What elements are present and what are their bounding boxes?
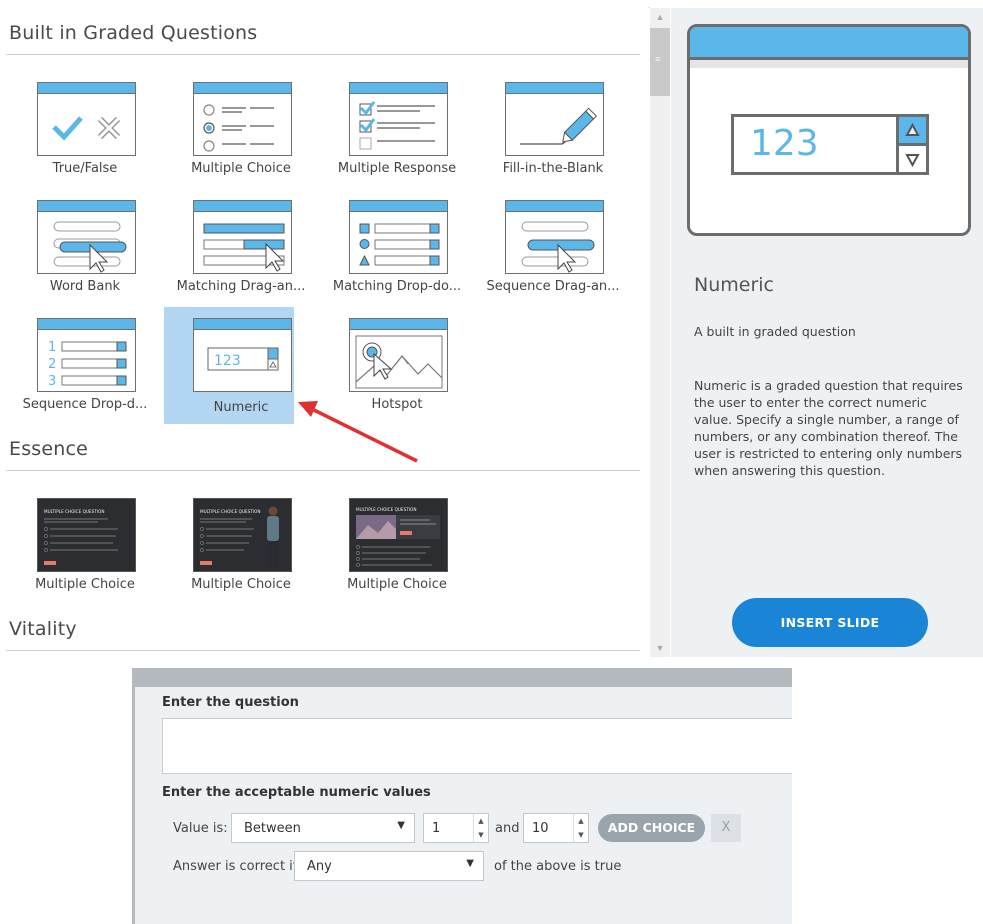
- tile-label: Word Bank: [49, 279, 121, 294]
- scroll-down-arrow-icon[interactable]: ▼: [650, 639, 670, 657]
- correct-if-label: Answer is correct if: [173, 859, 298, 874]
- max-value: 10: [532, 821, 549, 836]
- tile-essence-multiple-choice-2[interactable]: MULTIPLE CHOICE QUESTION Multiple Choice: [164, 494, 294, 612]
- and-label: and: [495, 821, 520, 836]
- detail-subtitle: A built in graded question: [694, 324, 856, 339]
- essence-thumbnail-icon: MULTIPLE CHOICE QUESTION: [349, 498, 448, 572]
- essence-thumbnail-icon: MULTIPLE CHOICE QUESTION: [37, 498, 136, 572]
- matching-drag-thumbnail-icon: [193, 200, 292, 274]
- decrement-icon[interactable]: ▼: [474, 828, 488, 842]
- numeric-question-form: Enter the question Enter the acceptable …: [132, 668, 792, 924]
- svg-text:3: 3: [48, 374, 56, 389]
- tile-label: Numeric: [213, 400, 269, 415]
- tile-label: Fill-in-the-Blank: [502, 161, 604, 176]
- correct-if-select[interactable]: Any ▼: [294, 851, 484, 881]
- preview-down-arrow-icon: [899, 146, 926, 175]
- numeric-values-heading: Enter the acceptable numeric values: [162, 785, 431, 800]
- multiple-response-thumbnail-icon: [349, 82, 448, 156]
- section-divider: [6, 470, 640, 471]
- question-heading: Enter the question: [162, 695, 299, 710]
- essence-thumb-title: MULTIPLE CHOICE QUESTION: [356, 507, 416, 512]
- tile-true-false[interactable]: True/False: [8, 78, 138, 196]
- svg-text:2: 2: [48, 357, 56, 372]
- scroll-up-arrow-icon[interactable]: ▲: [650, 8, 670, 26]
- tile-essence-multiple-choice-1[interactable]: MULTIPLE CHOICE QUESTION Multiple Choice: [8, 494, 138, 612]
- tile-matching-drop-down[interactable]: Matching Drop-do...: [320, 196, 461, 314]
- sequence-dropdown-thumbnail-icon: 1 2 3: [37, 318, 136, 392]
- increment-icon[interactable]: ▲: [474, 814, 488, 828]
- tile-label: Sequence Drop-d...: [22, 397, 148, 412]
- preview-up-arrow-icon: [899, 117, 926, 146]
- tile-multiple-choice[interactable]: Multiple Choice: [164, 78, 294, 196]
- matching-dropdown-thumbnail-icon: [349, 200, 448, 274]
- detail-title: Numeric: [694, 274, 774, 296]
- tile-label: Sequence Drag-an...: [486, 279, 620, 294]
- tile-matching-drag-and-drop[interactable]: Matching Drag-an...: [164, 196, 305, 314]
- list-scrollbar[interactable]: ▲ ≡ ▼: [650, 8, 670, 657]
- tile-numeric[interactable]: 123 Numeric: [164, 307, 294, 424]
- slide-picker-panel: Built in Graded Questions True/False Mul…: [0, 0, 983, 657]
- tile-label: Matching Drag-an...: [176, 279, 306, 294]
- scrollbar-thumb[interactable]: ≡: [650, 28, 670, 96]
- preview-spinner: [899, 114, 929, 175]
- numeric-thumb-text: 123: [214, 353, 241, 369]
- true-false-thumbnail-icon: [37, 82, 136, 156]
- max-value-stepper[interactable]: 10 ▲ ▼: [523, 813, 589, 843]
- tile-word-bank[interactable]: Word Bank: [8, 196, 138, 314]
- value-is-select[interactable]: Between ▼: [231, 813, 415, 843]
- tile-multiple-response[interactable]: Multiple Response: [320, 78, 456, 196]
- tile-label: Multiple Choice: [191, 577, 291, 592]
- correct-if-selected: Any: [307, 859, 332, 874]
- tile-sequence-drop-down[interactable]: 1 2 3 Sequence Drop-d...: [8, 314, 147, 432]
- section-divider: [6, 54, 640, 55]
- fill-in-the-blank-thumbnail-icon: [505, 82, 604, 156]
- question-input[interactable]: [162, 718, 792, 774]
- section-title-vitality: Vitality: [9, 618, 77, 640]
- tile-label: Multiple Choice: [347, 577, 447, 592]
- essence-thumb-title: MULTIPLE CHOICE QUESTION: [44, 509, 104, 514]
- tile-label: Multiple Choice: [35, 577, 135, 592]
- value-is-selected: Between: [244, 821, 301, 836]
- section-divider: [6, 650, 640, 651]
- tile-label: Hotspot: [371, 397, 423, 412]
- tile-label: Multiple Choice: [191, 161, 291, 176]
- details-panel: 123 Numeric A built in graded question N…: [671, 8, 983, 657]
- section-title-essence: Essence: [9, 438, 89, 460]
- detail-description: Numeric is a graded question that requir…: [694, 378, 963, 478]
- increment-icon[interactable]: ▲: [574, 814, 588, 828]
- tile-sequence-drag-and-drop[interactable]: Sequence Drag-an...: [476, 196, 620, 314]
- essence-thumbnail-icon: MULTIPLE CHOICE QUESTION: [193, 498, 292, 572]
- tile-essence-multiple-choice-3[interactable]: MULTIPLE CHOICE QUESTION Multiple Choice: [320, 494, 450, 612]
- insert-slide-button[interactable]: INSERT SLIDE: [732, 598, 928, 647]
- tile-label: True/False: [52, 161, 118, 176]
- preview-number: 123: [750, 123, 819, 164]
- tile-label: Matching Drop-do...: [332, 279, 462, 294]
- chevron-down-icon: ▼: [397, 820, 405, 831]
- grip-icon: ≡: [655, 54, 661, 64]
- multiple-choice-thumbnail-icon: [193, 82, 292, 156]
- tile-label: Multiple Response: [337, 161, 457, 176]
- svg-text:1: 1: [48, 340, 56, 355]
- numeric-preview-icon: 123: [687, 24, 971, 236]
- tile-fill-in-the-blank[interactable]: Fill-in-the-Blank: [476, 78, 606, 196]
- correct-if-suffix: of the above is true: [494, 859, 622, 874]
- remove-choice-button[interactable]: X: [711, 814, 741, 842]
- section-title-graded: Built in Graded Questions: [9, 22, 258, 44]
- numeric-thumbnail-icon: 123: [193, 318, 292, 392]
- essence-thumb-title: MULTIPLE CHOICE QUESTION: [200, 509, 260, 514]
- min-value: 1: [432, 821, 441, 836]
- sequence-drag-thumbnail-icon: [505, 200, 604, 274]
- preview-number-box: 123: [731, 114, 899, 175]
- hotspot-thumbnail-icon: [349, 318, 448, 392]
- decrement-icon[interactable]: ▼: [574, 828, 588, 842]
- tile-hotspot[interactable]: Hotspot: [320, 314, 450, 432]
- add-choice-button[interactable]: ADD CHOICE: [598, 814, 705, 842]
- min-value-stepper[interactable]: 1 ▲ ▼: [423, 813, 489, 843]
- question-type-list: Built in Graded Questions True/False Mul…: [0, 0, 648, 657]
- word-bank-thumbnail-icon: [37, 200, 136, 274]
- value-is-label: Value is:: [173, 821, 228, 836]
- chevron-down-icon: ▼: [466, 858, 474, 869]
